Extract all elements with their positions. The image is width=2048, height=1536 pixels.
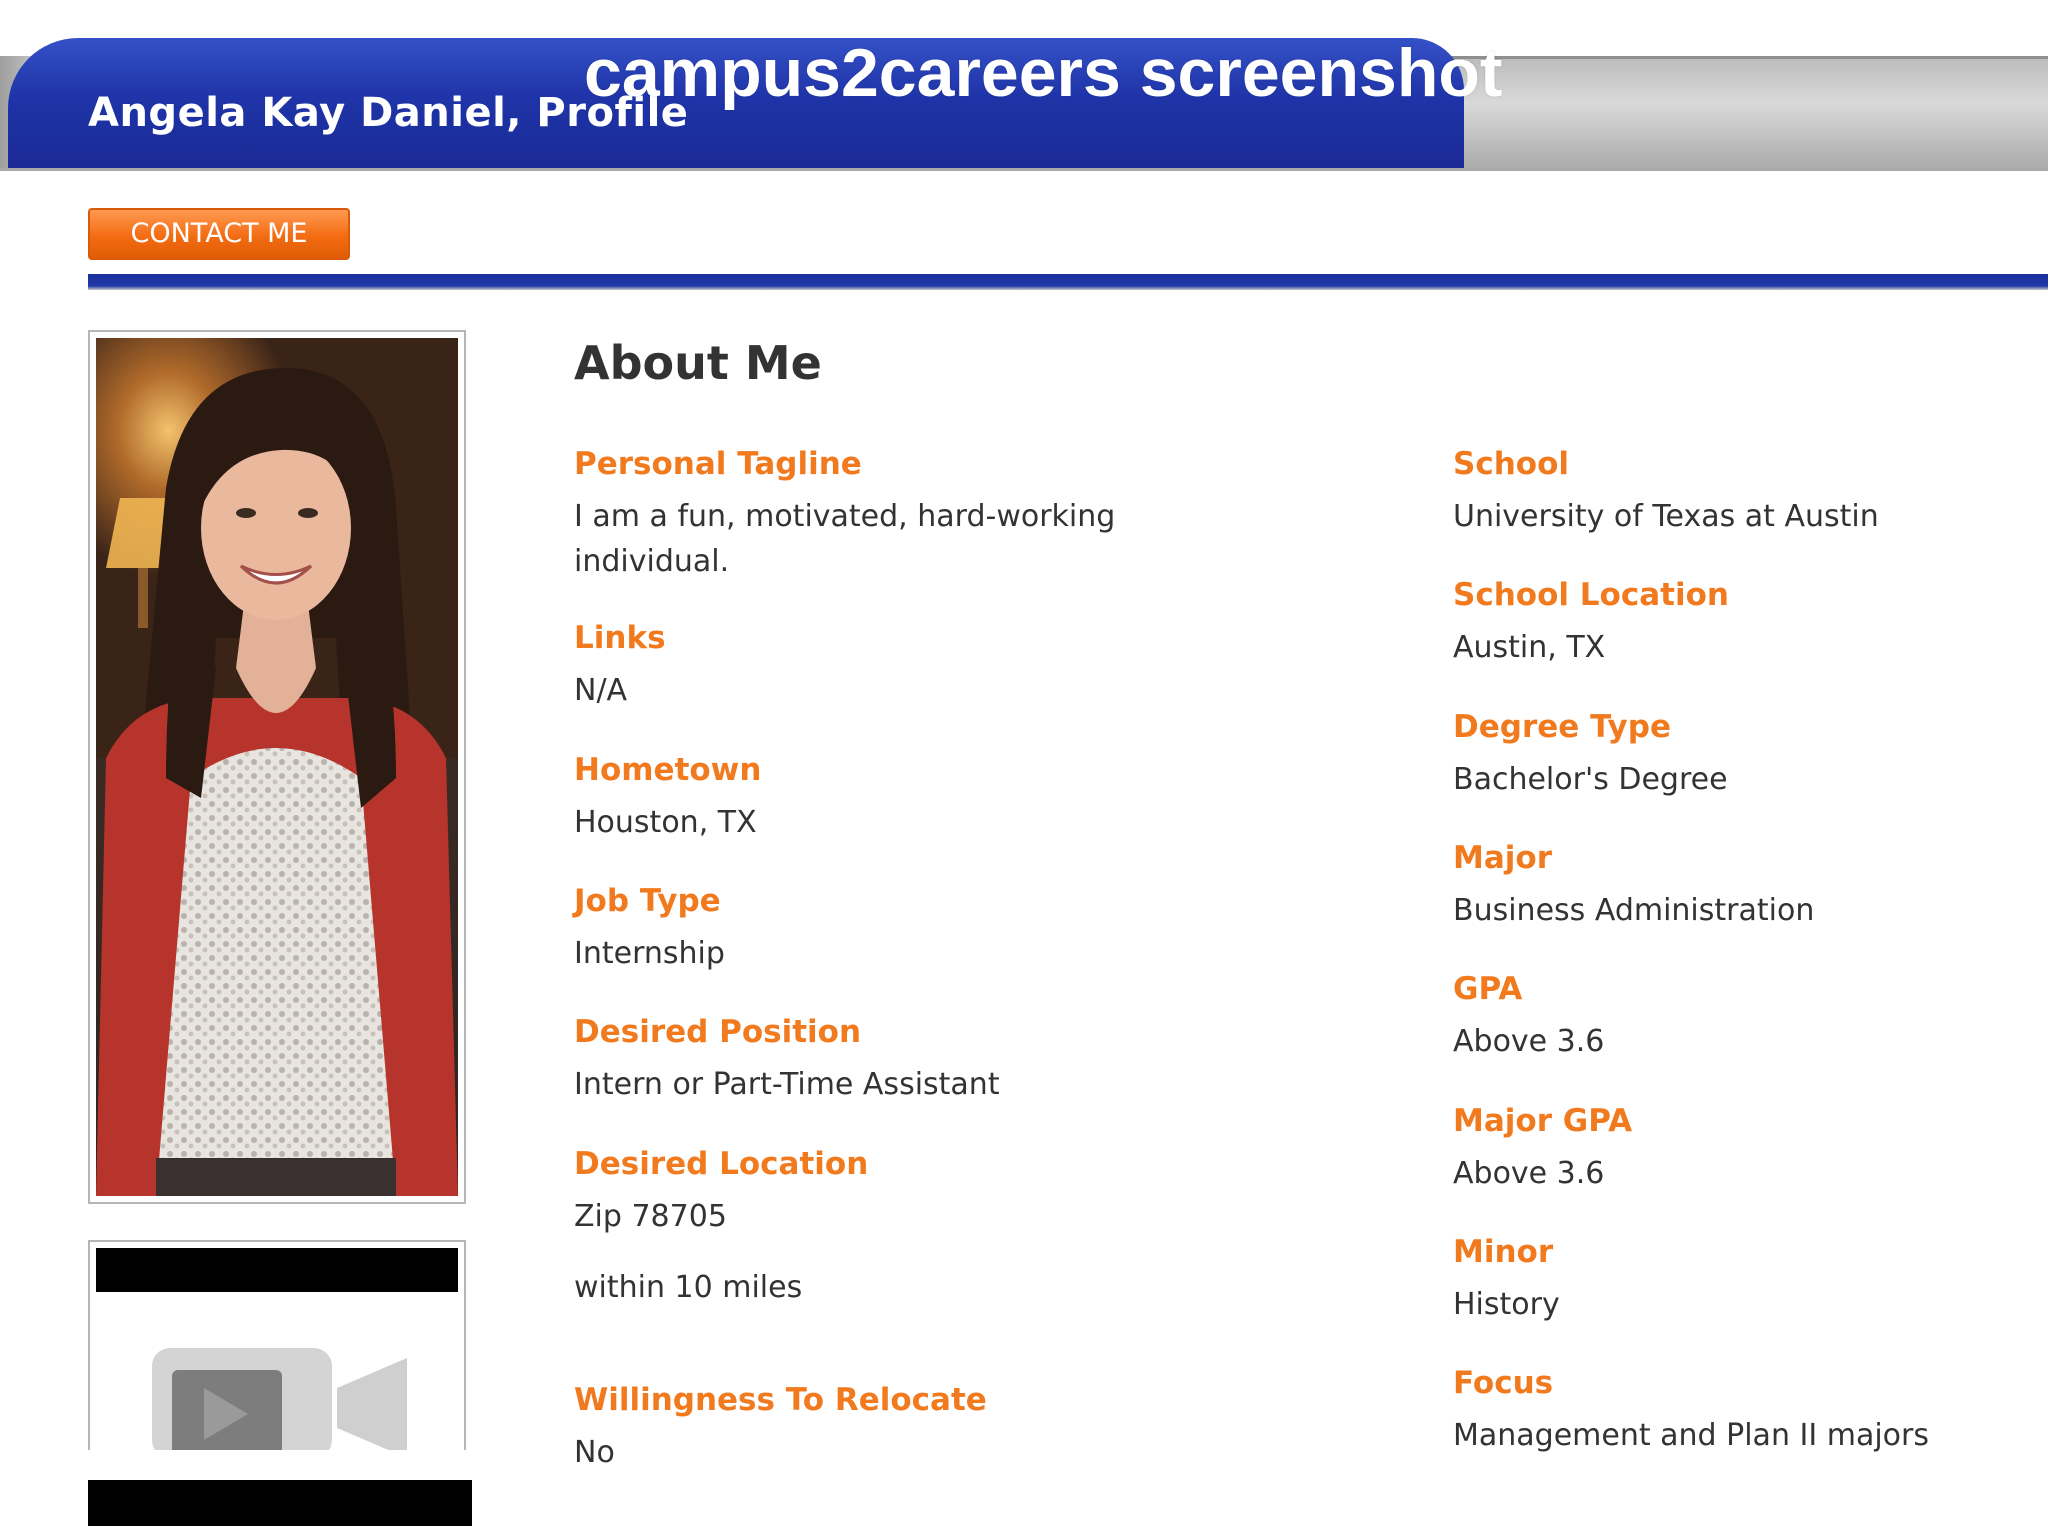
field-label: GPA (1453, 971, 1523, 1007)
field-value: Above 3.6 (1453, 1024, 1605, 1059)
profile-photo (96, 338, 458, 1196)
field-label: Willingness To Relocate (574, 1382, 987, 1418)
video-caption-bar (84, 1476, 476, 1530)
desired-location-radius: within 10 miles (574, 1270, 803, 1305)
field-label: School (1453, 446, 1569, 482)
field-minor: Minor History (1453, 1234, 1560, 1327)
field-job-type: Job Type Internship (574, 883, 725, 976)
field-degree-type: Degree Type Bachelor's Degree (1453, 709, 1728, 802)
field-value: Internship (574, 936, 725, 971)
about-me-heading: About Me (574, 336, 822, 390)
profile-page: Angela Kay Daniel, Profile campus2career… (0, 0, 2048, 1536)
field-label: Personal Tagline (574, 446, 862, 482)
field-value: Zip 78705 (574, 1199, 727, 1234)
field-label: Degree Type (1453, 709, 1671, 745)
field-hometown: Hometown Houston, TX (574, 752, 761, 845)
field-label: Hometown (574, 752, 762, 788)
field-label: Desired Position (574, 1014, 862, 1050)
video-title-bar (96, 1248, 458, 1292)
field-value: Business Administration (1453, 893, 1815, 928)
field-value: No (574, 1435, 615, 1470)
video-frame (88, 1240, 466, 1450)
field-label: School Location (1453, 577, 1729, 613)
field-value: Bachelor's Degree (1453, 762, 1728, 797)
field-school: School University of Texas at Austin (1453, 446, 1879, 539)
field-value: Management and Plan II majors (1453, 1418, 1929, 1453)
field-desired-position: Desired Position Intern or Part-Time Ass… (574, 1014, 1000, 1107)
contact-me-button[interactable]: CONTACT ME (88, 208, 350, 260)
field-label: Job Type (574, 883, 721, 919)
video-camera-icon[interactable] (152, 1348, 412, 1450)
field-label: Major (1453, 840, 1552, 876)
field-personal-tagline: Personal Tagline I am a fun, motivated, … (574, 446, 1194, 584)
field-major-gpa: Major GPA Above 3.6 (1453, 1103, 1632, 1196)
field-label: Focus (1453, 1365, 1554, 1401)
field-value: Above 3.6 (1453, 1156, 1605, 1191)
field-value: University of Texas at Austin (1453, 499, 1879, 534)
field-links: Links N/A (574, 620, 666, 713)
screenshot-watermark: campus2careers screenshot (584, 35, 1503, 111)
field-value: I am a fun, motivated, hard-working indi… (574, 499, 1116, 579)
field-value: History (1453, 1287, 1560, 1322)
field-willingness-to-relocate: Willingness To Relocate No (574, 1382, 987, 1475)
field-label: Minor (1453, 1234, 1554, 1270)
field-value: Austin, TX (1453, 630, 1606, 665)
field-desired-location: Desired Location Zip 78705 (574, 1146, 868, 1239)
field-value: Houston, TX (574, 805, 757, 840)
section-divider (88, 274, 2048, 290)
field-major: Major Business Administration (1453, 840, 1814, 933)
field-value: Intern or Part-Time Assistant (574, 1067, 1000, 1102)
field-label: Desired Location (574, 1146, 869, 1182)
field-school-location: School Location Austin, TX (1453, 577, 1729, 670)
field-focus: Focus Management and Plan II majors (1453, 1365, 1929, 1458)
field-label: Major GPA (1453, 1103, 1633, 1139)
field-gpa: GPA Above 3.6 (1453, 971, 1604, 1064)
profile-photo-frame (88, 330, 466, 1204)
field-value: N/A (574, 673, 628, 708)
field-label: Links (574, 620, 666, 656)
